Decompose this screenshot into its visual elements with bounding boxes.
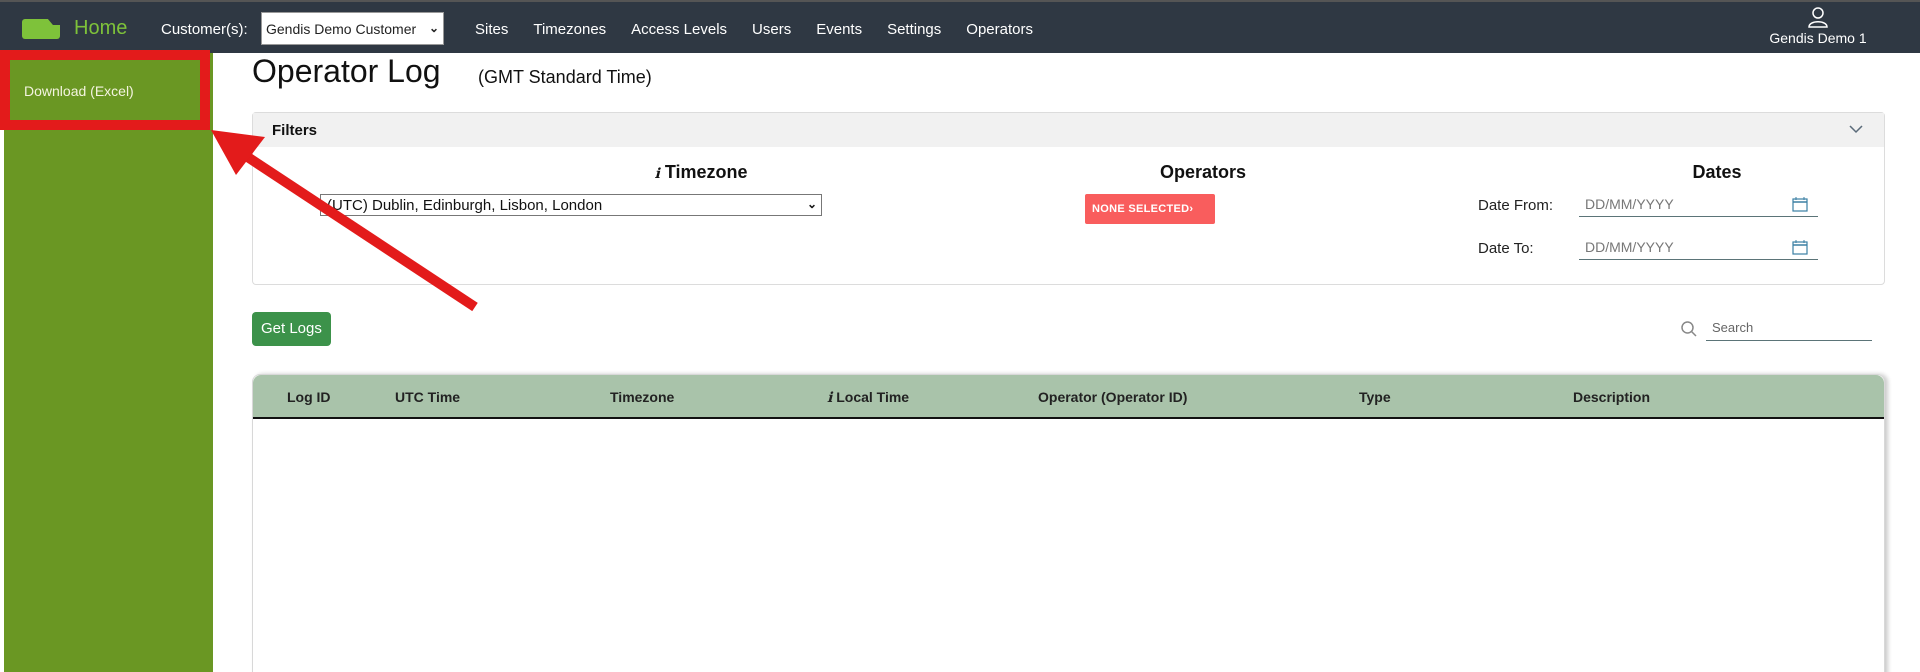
get-logs-button[interactable]: Get Logs	[252, 312, 331, 346]
chevron-down-icon[interactable]	[1848, 121, 1864, 137]
sidebar: Download (Excel)	[4, 53, 213, 672]
search-icon	[1681, 321, 1697, 337]
page-subtitle: (GMT Standard Time)	[478, 67, 652, 87]
date-from-label: Date From:	[1478, 197, 1554, 214]
chevron-down-icon: ⌄	[428, 21, 439, 35]
logs-table: Log ID UTC Time Timezone ℹ Local Time Op…	[252, 374, 1885, 672]
timezone-title: ℹ Timezone	[521, 162, 881, 183]
main-nav: Sites Timezones Access Levels Users Even…	[475, 21, 1058, 38]
folder-logo-icon[interactable]	[22, 19, 60, 39]
column-header-type[interactable]: Type	[1359, 389, 1391, 405]
table-header: Log ID UTC Time Timezone ℹ Local Time Op…	[253, 375, 1884, 419]
top-navbar: Home Customer(s): Gendis Demo Customer ⌄…	[0, 0, 1920, 53]
calendar-icon[interactable]	[1792, 240, 1808, 255]
filters-title: Filters	[272, 122, 318, 139]
customer-select[interactable]: Gendis Demo Customer ⌄	[261, 12, 444, 45]
customer-select-value: Gendis Demo Customer	[266, 21, 417, 37]
column-header-log-id[interactable]: Log ID	[287, 389, 331, 405]
timezone-select-value: (UTC) Dublin, Edinburgh, Lisbon, London	[327, 197, 603, 214]
search-placeholder: Search	[1712, 320, 1754, 335]
user-icon	[1808, 7, 1828, 28]
customer-label: Customer(s):	[161, 21, 248, 38]
info-icon[interactable]: ℹ	[827, 389, 832, 405]
nav-sites[interactable]: Sites	[475, 21, 508, 38]
filters-panel: Filters ℹ Timezone (UTC) Dublin, Edinbur…	[252, 112, 1885, 285]
date-from-input[interactable]: DD/MM/YYYY	[1579, 193, 1818, 217]
column-header-utc-time[interactable]: UTC Time	[395, 389, 460, 405]
operators-select-button[interactable]: NONE SELECTED›	[1085, 194, 1215, 224]
date-to-placeholder: DD/MM/YYYY	[1585, 239, 1674, 255]
search-input[interactable]: Search	[1706, 317, 1872, 341]
column-header-local-time-text: Local Time	[836, 389, 910, 405]
nav-events[interactable]: Events	[816, 21, 862, 38]
timezone-title-text: Timezone	[664, 162, 748, 182]
user-menu[interactable]: Gendis Demo 1	[1760, 6, 1876, 46]
nav-access-levels[interactable]: Access Levels	[631, 21, 727, 38]
calendar-icon[interactable]	[1792, 197, 1808, 212]
nav-operators[interactable]: Operators	[966, 21, 1033, 38]
nav-settings[interactable]: Settings	[887, 21, 941, 38]
filters-header[interactable]: Filters	[253, 113, 1884, 147]
column-header-local-time[interactable]: ℹ Local Time	[827, 389, 909, 406]
user-name: Gendis Demo 1	[1769, 30, 1867, 46]
annotation-highlight-box	[0, 50, 210, 130]
nav-users[interactable]: Users	[752, 21, 791, 38]
operators-title: Operators	[1159, 162, 1247, 182]
date-to-input[interactable]: DD/MM/YYYY	[1579, 236, 1818, 260]
timezone-select[interactable]: (UTC) Dublin, Edinburgh, Lisbon, London …	[320, 194, 822, 216]
dates-title: Dates	[1692, 162, 1742, 182]
column-header-timezone[interactable]: Timezone	[610, 389, 674, 405]
home-link[interactable]: Home	[74, 17, 127, 40]
column-header-operator[interactable]: Operator (Operator ID)	[1038, 389, 1187, 405]
nav-timezones[interactable]: Timezones	[533, 21, 606, 38]
chevron-down-icon: ⌄	[806, 197, 817, 211]
date-to-label: Date To:	[1478, 240, 1534, 257]
column-header-description[interactable]: Description	[1573, 389, 1650, 405]
info-icon[interactable]: ℹ	[654, 165, 659, 181]
date-from-placeholder: DD/MM/YYYY	[1585, 196, 1674, 212]
page-title: Operator Log	[252, 53, 441, 89]
